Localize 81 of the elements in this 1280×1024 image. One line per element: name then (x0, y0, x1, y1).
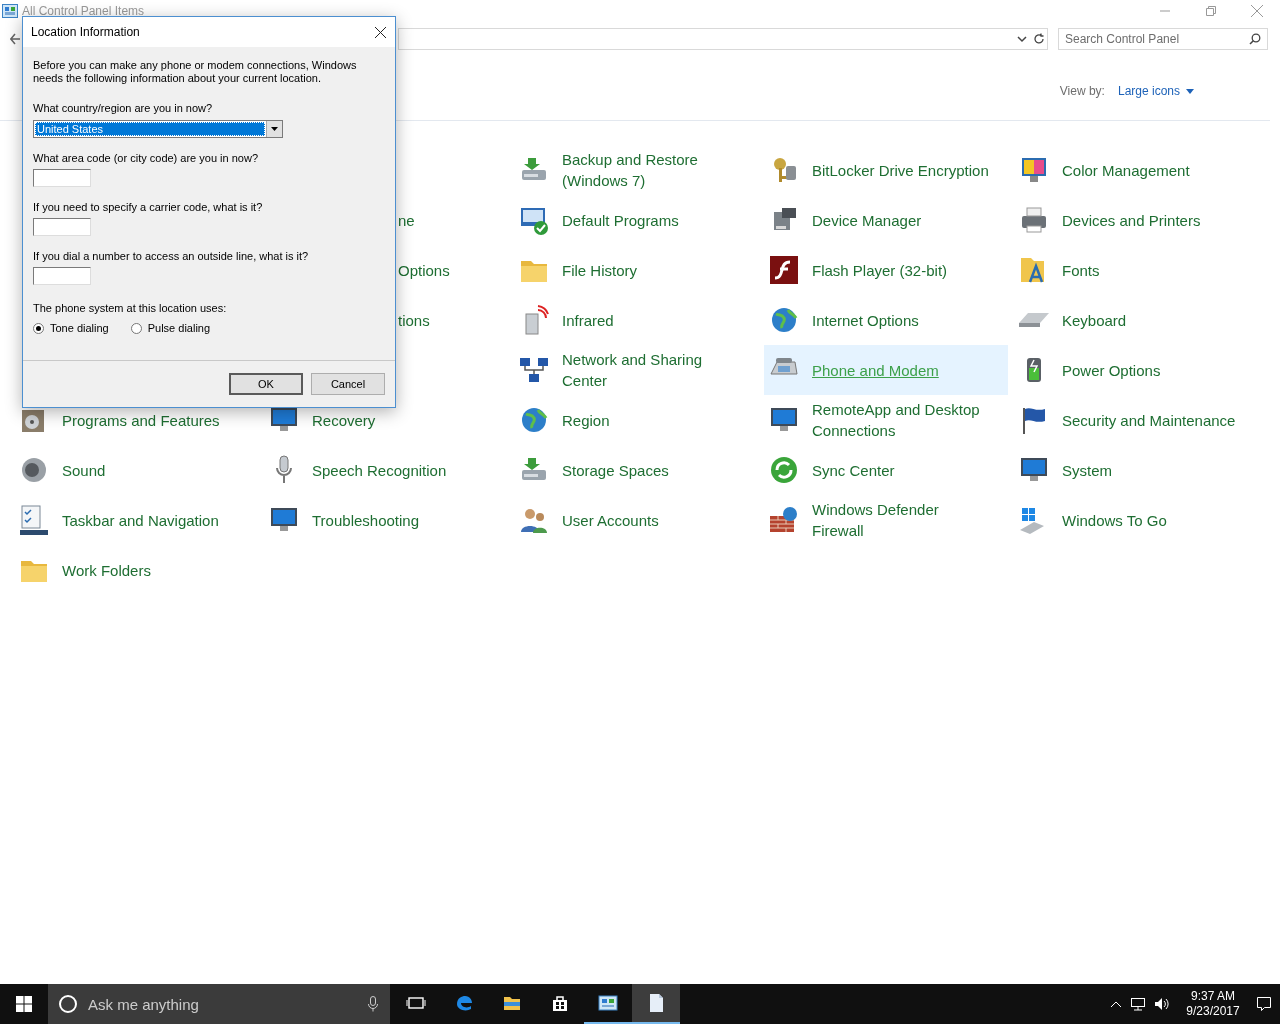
input-field[interactable] (33, 218, 91, 236)
applet-link[interactable]: Network and Sharing Center (514, 345, 758, 395)
close-icon (1251, 5, 1263, 17)
dialog-button[interactable]: OK (229, 372, 303, 395)
checklist-icon (18, 504, 50, 536)
applet-link[interactable]: System (1014, 445, 1258, 495)
keyboard-icon (1018, 312, 1050, 328)
time-text: 9:37 AM (1191, 989, 1235, 1004)
network-icon[interactable] (1130, 997, 1146, 1011)
sync-icon (768, 454, 800, 486)
circle-icon (58, 994, 78, 1014)
applet-link[interactable]: Options (398, 261, 450, 279)
microphone-icon[interactable] (368, 996, 378, 1012)
close-icon (374, 26, 386, 38)
input-field[interactable] (33, 267, 91, 285)
shopping-bag-icon (550, 993, 570, 1013)
windows-logo-icon (16, 996, 32, 1012)
taskbar-button[interactable] (632, 984, 680, 1024)
applet-link[interactable]: Fonts (1014, 245, 1258, 295)
window-title: All Control Panel Items (22, 4, 145, 18)
intro-text: Before you can make any phone or modem connections, Windows needs the following information about your current location. (33, 59, 358, 85)
radio-option[interactable]: Tone dialing (33, 322, 109, 334)
clock[interactable]: 9:37 AM 9/23/2017 (1178, 989, 1248, 1019)
speaker-icon[interactable] (1154, 997, 1170, 1011)
applet-link[interactable]: BitLocker Drive Encryption (764, 145, 1008, 195)
applet-link[interactable]: Internet Options (764, 295, 1008, 345)
applet-link[interactable]: Troubleshooting (264, 495, 508, 545)
applet-link[interactable]: User Accounts (514, 495, 758, 545)
search-field[interactable]: Search Control Panel (1058, 28, 1268, 50)
date-text: 9/23/2017 (1186, 1004, 1240, 1019)
applet-link[interactable]: RemoteApp and Desktop Connections (764, 395, 1008, 445)
applet-link[interactable]: Region (514, 395, 758, 445)
applet-link[interactable]: Taskbar and Navigation (14, 495, 258, 545)
applet-link[interactable]: Windows To Go (1014, 495, 1258, 545)
dialog-button[interactable]: Cancel (311, 372, 385, 395)
field-label: If you need to specify a carrier code, what is it? (33, 201, 264, 213)
applet-link[interactable]: Default Programs (514, 195, 758, 245)
search-icon (1249, 33, 1261, 45)
applet-link[interactable]: Work Folders (14, 545, 258, 595)
refresh-icon[interactable] (1033, 33, 1045, 45)
field-label: What area code (or city code) are you in now? (33, 152, 259, 164)
applet-link[interactable]: Devices and Printers (1014, 195, 1258, 245)
radio-button[interactable] (130, 322, 142, 334)
back-arrow-icon[interactable] (10, 33, 20, 45)
country-dropdown[interactable]: United States (33, 120, 283, 138)
applet-link[interactable]: File History (514, 245, 758, 295)
restore-icon (1206, 6, 1216, 16)
applet-link[interactable]: Flash Player (32-bit) (764, 245, 1008, 295)
view-by-label: View by: (1059, 84, 1105, 98)
applet-link[interactable]: Speech Recognition (264, 445, 508, 495)
applet-link[interactable]: Storage Spaces (514, 445, 758, 495)
applet-link[interactable]: Power Options (1014, 345, 1258, 395)
control-panel-icon (598, 993, 618, 1013)
radio-option[interactable]: Pulse dialing (130, 322, 211, 334)
search-box[interactable]: Ask me anything (48, 984, 390, 1024)
applet-link[interactable]: Security and Maintenance (1014, 395, 1258, 445)
flash-icon (768, 254, 800, 286)
applet-link[interactable]: Keyboard (1014, 295, 1258, 345)
applet-link[interactable]: tions (398, 311, 430, 329)
chevron-down-icon[interactable] (1017, 35, 1027, 43)
notification-icon[interactable] (1256, 996, 1272, 1012)
applet-link[interactable]: Infrared (514, 295, 758, 345)
control-panel-icon (2, 4, 18, 18)
radio-button[interactable] (33, 322, 44, 334)
caret-icon (1186, 88, 1194, 94)
applet-link[interactable]: Device Manager (764, 195, 1008, 245)
field-label: What country/region are you in now? (33, 102, 214, 114)
applet-link[interactable]: Sound (14, 445, 258, 495)
field-label: The phone system at this location uses: (33, 302, 228, 314)
applet-link[interactable]: Sync Center (764, 445, 1008, 495)
applet-link[interactable]: Color Management (1014, 145, 1258, 195)
applet-link[interactable]: Windows Defender Firewall (764, 495, 1008, 545)
input-field[interactable] (33, 169, 91, 187)
chevron-up-icon[interactable] (1110, 1000, 1122, 1008)
applet-link[interactable]: ne (398, 211, 415, 229)
field-label: If you dial a number to access an outside line, what is it? (33, 250, 310, 262)
view-mode-dropdown[interactable]: Large icons (1117, 84, 1194, 98)
browser-icon (454, 993, 474, 1013)
dialog-title: Location Information (31, 25, 140, 39)
caret-icon (271, 127, 278, 131)
applet-link[interactable]: Backup and Restore (Windows 7) (514, 145, 758, 195)
